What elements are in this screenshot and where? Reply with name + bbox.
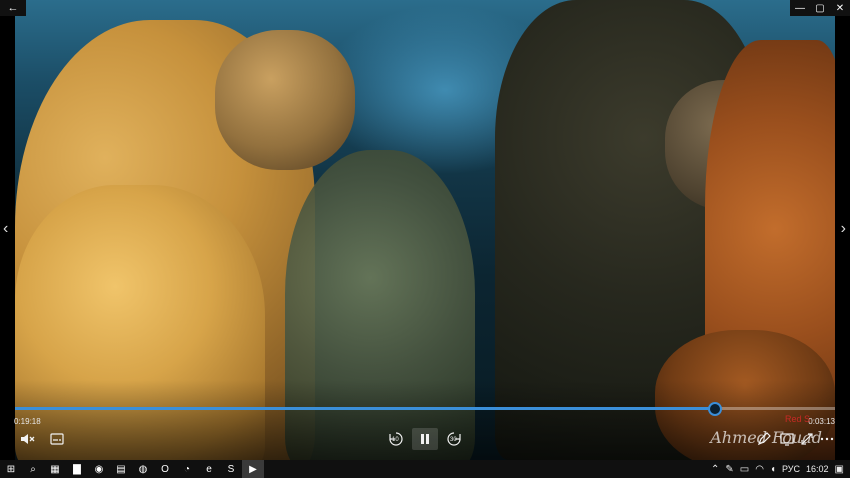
cast-icon [780,433,794,446]
search-icon[interactable]: ⌕ [22,460,44,478]
skype-icon[interactable]: S [220,460,242,478]
speaker-icon[interactable]: ◖ [770,464,776,475]
edge-icon[interactable]: e [198,460,220,478]
clock[interactable]: 16:02 [806,464,829,474]
pen-tray-icon[interactable]: ✎ [725,464,733,475]
fullscreen-icon [801,433,813,445]
chevron-up-icon[interactable]: ⌃ [711,464,719,475]
start-icon[interactable]: ⊞ [0,460,22,478]
subtitles-button[interactable] [49,428,65,450]
seek-bar[interactable] [15,402,835,416]
minimize-button[interactable]: — [790,0,810,16]
close-button[interactable]: ✕ [830,0,850,16]
forward-label: 30 [450,437,457,443]
wifi-icon[interactable]: ◠ [755,464,764,475]
playback-controls: 10 30 [15,428,835,450]
back-button[interactable]: ← [0,0,26,16]
rewind-button[interactable]: 10 [387,428,405,450]
more-button[interactable] [819,428,835,450]
subtitles-icon [50,433,64,445]
forward-button[interactable]: 30 [445,428,463,450]
pause-button[interactable] [412,428,438,450]
window-controls: — ▢ ✕ [790,0,850,16]
taskbar-apps: ⊞ ⌕ ▦ ▇ ◉ ▤ ◍ O ◔ e S ▶ [0,460,264,478]
elapsed-time: 0:19:18 [14,417,41,426]
system-tray: ⌃ ✎ ▭ ◠ ◖ РУС 16:02 ▣ [711,464,850,475]
taskbar: ⊞ ⌕ ▦ ▇ ◉ ▤ ◍ O ◔ e S ▶ ⌃ ✎ ▭ ◠ ◖ РУС 16:02 ▣ [0,460,850,478]
seek-bar-fill [15,407,716,410]
maximize-button[interactable]: ▢ [810,0,830,16]
video-frame[interactable] [15,0,835,460]
total-duration: 0:03:13 [808,417,835,426]
volume-button[interactable] [19,428,35,450]
browser-icon[interactable]: ◍ [132,460,154,478]
files-icon[interactable]: ▤ [110,460,132,478]
media-player-icon[interactable]: ▶ [242,460,264,478]
more-icon [820,437,834,441]
fullscreen-button[interactable] [799,428,815,450]
opera-icon[interactable]: O [154,460,176,478]
firefox-icon[interactable]: ◉ [88,460,110,478]
battery-icon[interactable]: ▭ [740,464,749,475]
task-view-icon[interactable]: ▦ [44,460,66,478]
watermark-small: Red S [784,414,810,424]
cast-button[interactable] [779,428,795,450]
language-indicator[interactable]: РУС [782,464,800,474]
rewind-label: 10 [392,437,399,443]
next-arrow-icon[interactable]: › [841,220,846,238]
previous-arrow-icon[interactable]: ‹ [3,220,8,238]
coral-left-top [215,30,355,170]
chrome-icon[interactable]: ◔ [176,460,198,478]
pause-icon [421,434,429,444]
file-explorer-icon[interactable]: ▇ [66,460,88,478]
video-player[interactable]: ← — ▢ ✕ ‹ › 0:19:18 0:03:13 Red S Ahmed … [0,0,850,460]
pen-icon [757,432,771,446]
speaker-mute-icon [21,434,35,444]
notifications-icon[interactable]: ▣ [835,464,844,475]
pen-button[interactable] [755,428,773,450]
arrow-left-icon: ← [7,2,19,14]
